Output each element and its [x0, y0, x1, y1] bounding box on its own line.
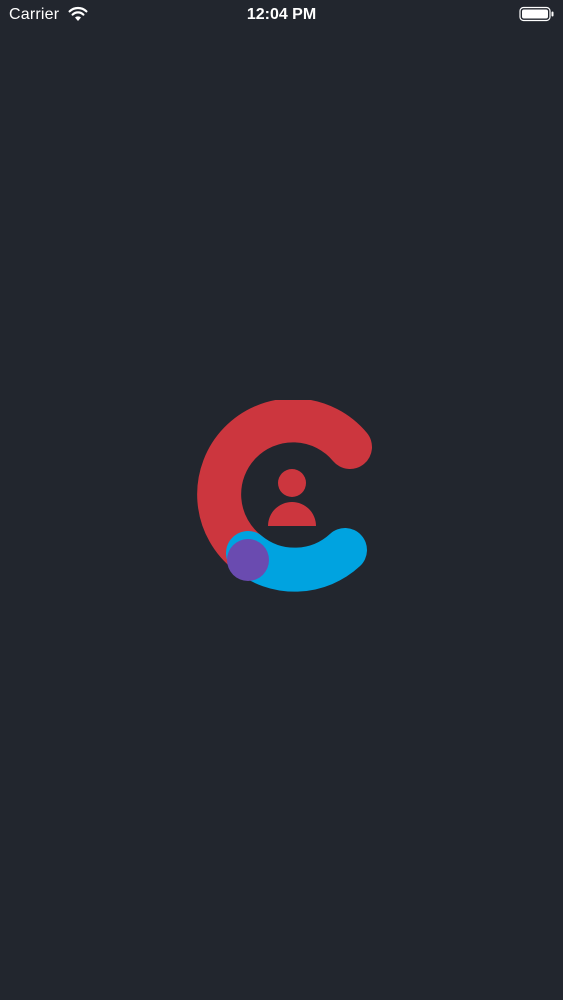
status-bar: Carrier 12:04 PM — [0, 0, 563, 30]
splash-screen: Carrier 12:04 PM — [0, 0, 563, 1000]
user-logo-icon — [197, 400, 372, 592]
status-time: 12:04 PM — [246, 6, 317, 23]
battery-icon — [519, 6, 554, 22]
